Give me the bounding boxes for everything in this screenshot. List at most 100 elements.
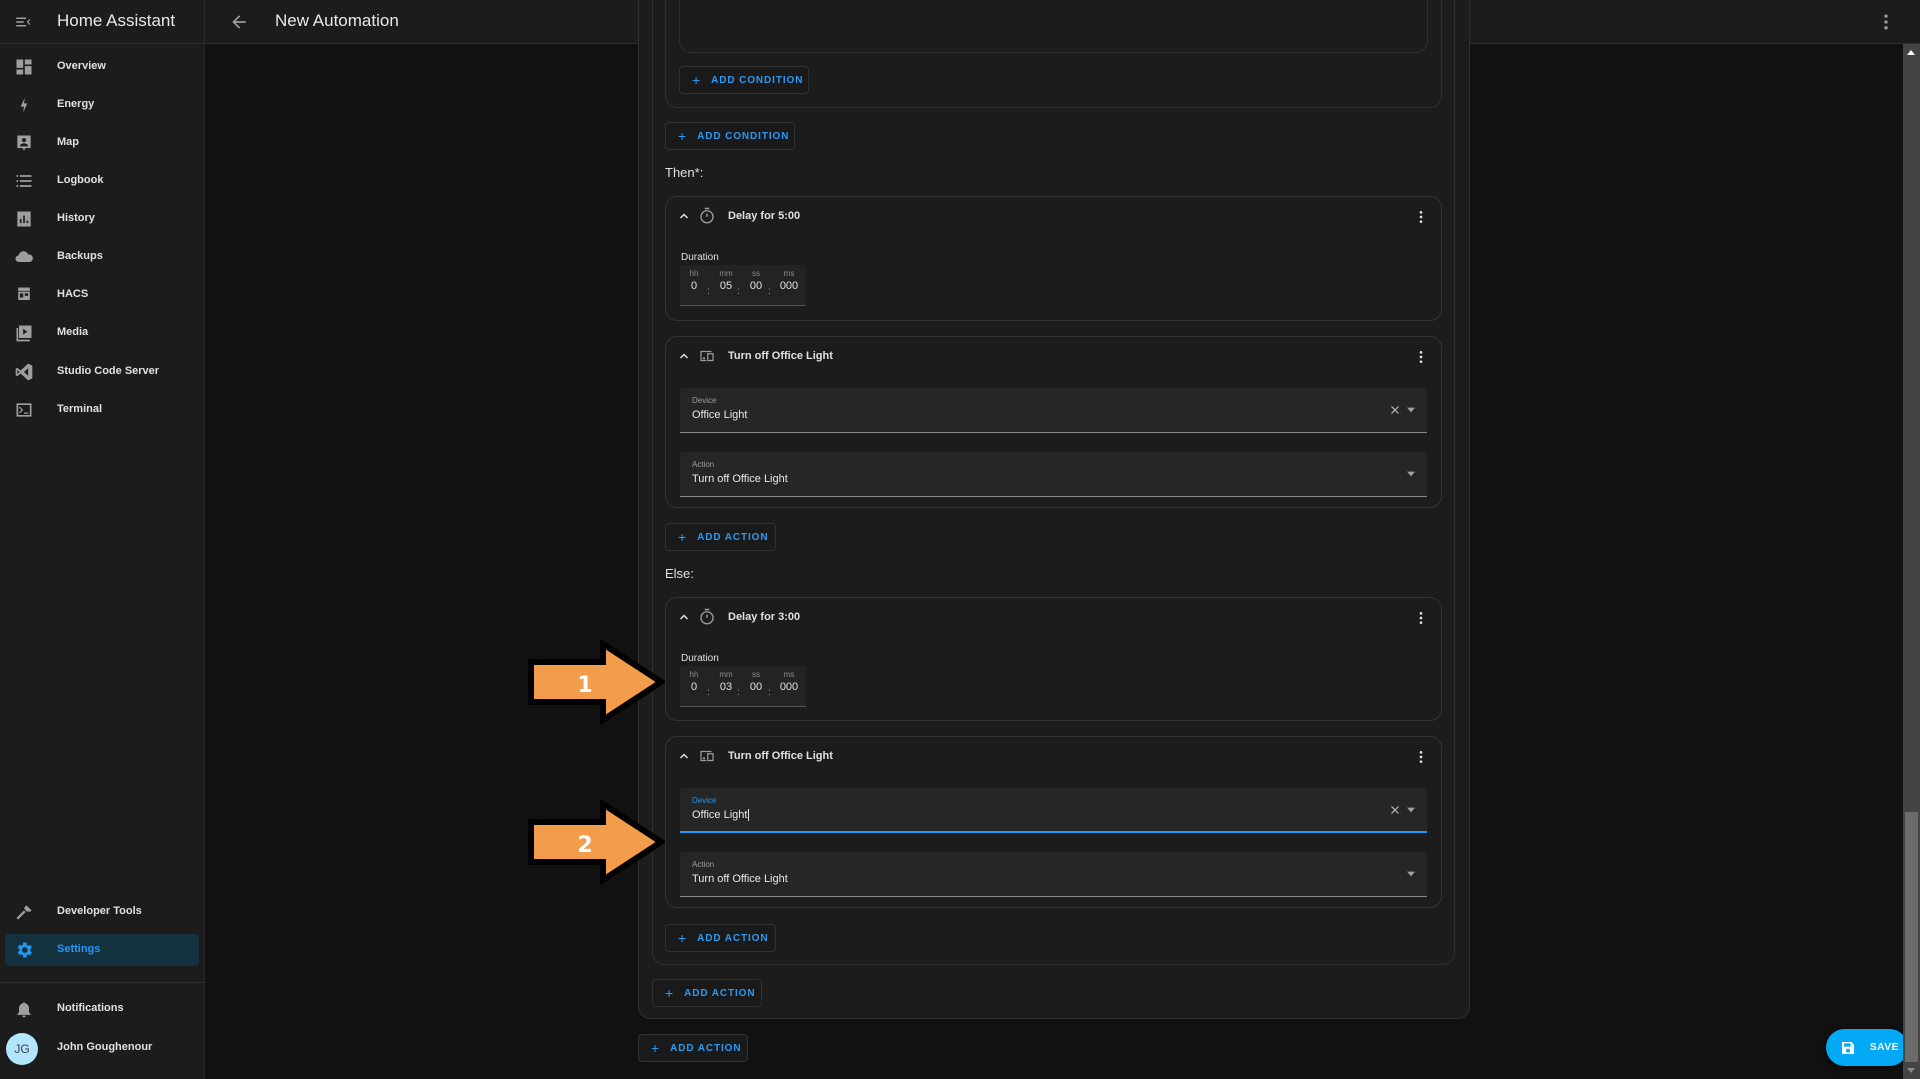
action-card-delay: Delay for 3:00 Duration hh 0 : mm 03 : ss 0… [665, 597, 1442, 721]
duration-label: Duration [681, 653, 719, 664]
sidebar-item-label: Studio Code Server [57, 365, 160, 377]
sidebar-item-label: Settings [57, 943, 101, 955]
sidebar-header: Home Assistant [0, 0, 205, 44]
unit-label: ss [752, 269, 760, 278]
more-options-icon[interactable] [1876, 12, 1896, 32]
sidebar-item-backups[interactable]: Backups [5, 241, 199, 273]
add-action-button[interactable]: + ADD ACTION [665, 523, 776, 551]
action-picker[interactable]: Action Turn off Office Light [680, 452, 1427, 497]
dropdown-arrow-icon[interactable] [1407, 471, 1415, 477]
milliseconds-field[interactable]: 000 [776, 280, 802, 292]
device-picker[interactable]: Device Office Light [680, 388, 1427, 433]
unit-label: hh [689, 670, 699, 679]
sidebar-item-history[interactable]: History [5, 203, 199, 235]
plus-icon: + [665, 985, 675, 1001]
milliseconds-field[interactable]: 000 [776, 681, 802, 693]
clear-icon[interactable] [1389, 404, 1401, 416]
timer-icon [700, 207, 714, 224]
minutes-field[interactable]: 03 [716, 681, 736, 693]
sidebar-item-media[interactable]: Media [5, 317, 199, 349]
sidebar-item-label: HACS [57, 288, 89, 300]
more-options-icon[interactable] [1413, 208, 1429, 226]
action-header[interactable]: Delay for 5:00 [666, 197, 1441, 237]
minutes-field[interactable]: 05 [716, 280, 736, 292]
more-options-icon[interactable] [1413, 748, 1429, 766]
unit-label: mm [719, 670, 733, 679]
action-picker[interactable]: Action Turn off Office Light [680, 852, 1427, 897]
sidebar-item-notifications[interactable]: Notifications [5, 993, 199, 1025]
action-value: Turn off Office Light [692, 473, 788, 485]
sidebar-item-developer-tools[interactable]: Developer Tools [5, 896, 199, 928]
annotation-label: 2 [577, 833, 592, 858]
hours-field[interactable]: 0 [686, 681, 702, 693]
add-action-button[interactable]: + ADD ACTION [652, 979, 762, 1007]
duration-input[interactable]: hh 0 : mm 03 : ss 00 : ms 000 [680, 666, 806, 707]
avatar[interactable]: JG [6, 1033, 38, 1065]
more-options-icon[interactable] [1413, 609, 1429, 627]
add-action-button[interactable]: + ADD ACTION [665, 924, 776, 952]
chevron-up-icon[interactable] [678, 611, 690, 623]
sidebar-item-label: Map [57, 136, 79, 148]
sidebar-item-logbook[interactable]: Logbook [5, 165, 199, 197]
plus-icon: + [678, 128, 688, 144]
action-header[interactable]: Turn off Office Light [666, 337, 1441, 377]
hours-field[interactable]: 0 [686, 280, 702, 292]
device-value[interactable]: Office Light [692, 809, 750, 822]
map-icon [17, 135, 31, 151]
action-card-delay: Delay for 5:00 Duration hh 0 : mm 05 : ss 0… [665, 196, 1442, 321]
hammer-icon [16, 905, 32, 920]
scroll-down-icon[interactable] [1907, 1068, 1915, 1073]
duration-input[interactable]: hh 0 : mm 05 : ss 00 : ms 000 [680, 265, 806, 306]
clear-icon[interactable] [1389, 804, 1401, 816]
sidebar-item-energy[interactable]: Energy [5, 89, 199, 121]
sidebar-item-terminal[interactable]: Terminal [5, 394, 199, 426]
scroll-up-icon[interactable] [1907, 50, 1915, 55]
chevron-up-icon[interactable] [678, 750, 690, 762]
add-action-label: ADD ACTION [670, 1042, 742, 1054]
menu-collapse-icon[interactable] [14, 13, 32, 31]
seconds-field[interactable]: 00 [746, 280, 766, 292]
dropdown-arrow-icon[interactable] [1407, 807, 1415, 813]
sidebar-item-label: Overview [57, 60, 106, 72]
unit-label: ss [752, 670, 760, 679]
duration-label: Duration [681, 252, 719, 263]
unit-label: ms [783, 269, 795, 278]
add-condition-button[interactable]: + ADD CONDITION [679, 66, 809, 94]
sidebar-item-studio-code-server[interactable]: Studio Code Server [5, 356, 199, 388]
unit-label: mm [719, 269, 733, 278]
save-button[interactable]: SAVE [1826, 1029, 1908, 1066]
seconds-field[interactable]: 00 [746, 681, 766, 693]
sidebar-item-overview[interactable]: Overview [5, 51, 199, 83]
chart-box-icon [17, 211, 31, 227]
sidebar-item-settings[interactable]: Settings [5, 934, 199, 966]
add-action-label: ADD ACTION [697, 531, 769, 543]
list-icon [16, 175, 32, 187]
save-label: SAVE [1870, 1042, 1899, 1053]
add-condition-button[interactable]: + ADD CONDITION [665, 122, 795, 150]
play-box-icon [16, 325, 32, 342]
chevron-up-icon[interactable] [678, 210, 690, 222]
action-label: Action [692, 860, 715, 869]
sidebar-item-hacs[interactable]: HACS [5, 279, 199, 311]
plus-icon: + [692, 72, 702, 88]
plus-icon: + [678, 930, 688, 946]
action-title: Turn off Office Light [728, 750, 833, 762]
scrollbar[interactable] [1903, 44, 1920, 1079]
action-header[interactable]: Turn off Office Light [666, 737, 1441, 777]
action-value: Turn off Office Light [692, 873, 788, 885]
chevron-up-icon[interactable] [678, 350, 690, 362]
more-options-icon[interactable] [1413, 348, 1429, 366]
dropdown-arrow-icon[interactable] [1407, 407, 1415, 413]
annotation-arrow-1: 1 [528, 640, 665, 724]
bell-icon [17, 1002, 31, 1018]
device-picker[interactable]: Device Office Light [680, 788, 1427, 833]
else-label: Else: [665, 566, 694, 581]
annotation-arrow-2: 2 [528, 800, 665, 884]
add-action-button[interactable]: + ADD ACTION [638, 1034, 748, 1062]
dropdown-arrow-icon[interactable] [1407, 871, 1415, 877]
action-header[interactable]: Delay for 3:00 [666, 598, 1441, 638]
sidebar-item-label: Developer Tools [57, 905, 142, 917]
back-arrow-icon[interactable] [229, 12, 249, 32]
scrollbar-thumb[interactable] [1905, 812, 1918, 1062]
sidebar-item-map[interactable]: Map [5, 127, 199, 159]
